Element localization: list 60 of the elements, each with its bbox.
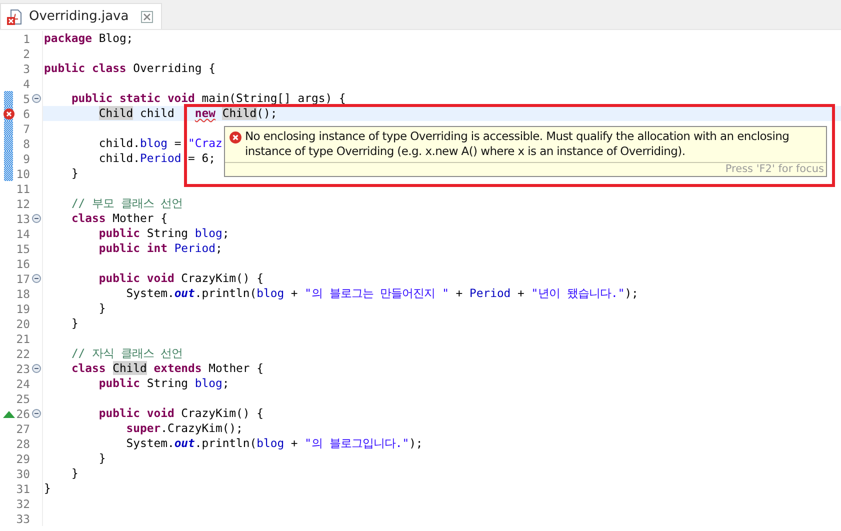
line-number: 18 [16,286,30,300]
code-line: } [42,316,841,331]
code-line: } [42,301,841,316]
code-line: System.out.println(blog + "의 블로그는 만들어진지 " + Period + "년이 됐습니다."); [42,286,841,301]
line-number: 10 [16,166,30,180]
close-icon[interactable] [140,10,153,22]
collapse-icon[interactable] [32,274,40,283]
focus-hint: Press 'F2' for focus [725,163,825,176]
line-number: 12 [16,196,30,210]
code-line: } [42,466,841,481]
line-number: 19 [16,302,30,316]
line-number: 22 [16,346,30,360]
collapse-icon[interactable] [32,214,40,223]
code-line: public String blog; [42,376,841,391]
line-number: 25 [16,392,30,406]
line-number: 29 [16,452,30,466]
code-line: public void CrazyKim() { [42,406,841,421]
code-line: class Mother { [42,211,841,226]
line-number: 4 [22,76,30,90]
collapse-icon[interactable] [32,409,40,418]
editor-tab[interactable]: Overriding.java [0,3,162,29]
line-number: 23 [16,362,30,376]
line-number: 28 [16,436,30,450]
error-icon [229,131,242,144]
line-number: 14 [16,226,30,240]
code-line: public String blog; [42,226,841,241]
code-line: public class Overriding { [42,61,841,76]
line-number: 3 [22,62,30,76]
code-line: class Child extends Mother { [42,361,841,376]
line-number: 6 [22,106,30,120]
code-line: // 부모 클래스 선언 [42,196,841,211]
line-number: 13 [16,212,30,226]
line-number: 24 [16,376,30,390]
line-number: 16 [16,256,30,270]
code-line: super.CrazyKim(); [42,421,841,436]
collapse-icon[interactable] [32,94,40,103]
line-number: 20 [16,316,30,330]
line-number: 9 [22,152,30,166]
code-line: package Blog; [42,31,841,46]
line-number: 11 [16,182,30,196]
line-number: 30 [16,466,30,480]
line-number: 31 [16,482,30,496]
line-number: 2 [22,46,30,60]
collapse-icon[interactable] [32,364,40,373]
line-number: 27 [16,422,30,436]
code-line: } [42,481,841,496]
line-number: 5 [22,92,30,106]
code-line: public int Period; [42,241,841,256]
line-number: 33 [16,512,30,526]
line-number: 1 [22,32,30,46]
line-number: 32 [16,496,30,510]
line-number: 8 [22,136,30,150]
line-number: 15 [16,242,30,256]
line-number: 7 [22,122,30,136]
line-number: 17 [16,272,30,286]
line-number: 21 [16,332,30,346]
code-line: public void CrazyKim() { [42,271,841,286]
code-line: } [42,451,841,466]
code-line: System.out.println(blog + "의 블로그입니다."); [42,436,841,451]
line-number: 26 [16,406,30,420]
